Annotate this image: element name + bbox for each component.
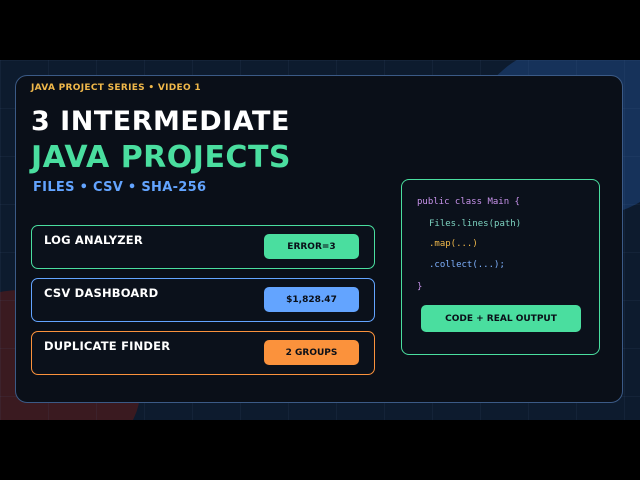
title-line-1: 3 INTERMEDIATE bbox=[31, 106, 290, 137]
project-label: LOG ANALYZER bbox=[44, 233, 143, 247]
project-csv-dashboard: CSV DASHBOARD $1,828.47 bbox=[31, 278, 375, 322]
status-badge: 2 GROUPS bbox=[264, 340, 359, 365]
code-output-button[interactable]: CODE + REAL OUTPUT bbox=[421, 305, 581, 332]
title-line-2: JAVA PROJECTS bbox=[31, 140, 292, 175]
series-label: JAVA PROJECT SERIES • VIDEO 1 bbox=[31, 83, 201, 93]
project-label: CSV DASHBOARD bbox=[44, 286, 159, 300]
code-line: .collect(...); bbox=[429, 260, 505, 270]
status-badge: $1,828.47 bbox=[264, 287, 359, 312]
project-duplicate-finder: DUPLICATE FINDER 2 GROUPS bbox=[31, 331, 375, 375]
code-line: } bbox=[417, 282, 423, 292]
project-label: DUPLICATE FINDER bbox=[44, 339, 171, 353]
code-line: Files.lines(path) bbox=[429, 219, 522, 229]
status-badge: ERROR=3 bbox=[264, 234, 359, 259]
code-line: public class Main { bbox=[417, 197, 520, 207]
project-log-analyzer: LOG ANALYZER ERROR=3 bbox=[31, 225, 375, 269]
video-thumbnail: JAVA PROJECT SERIES • VIDEO 1 3 INTERMED… bbox=[0, 60, 640, 420]
code-panel: public class Main { Files.lines(path) .m… bbox=[401, 179, 600, 355]
subtitle: FILES • CSV • SHA-256 bbox=[33, 180, 207, 195]
main-card: JAVA PROJECT SERIES • VIDEO 1 3 INTERMED… bbox=[15, 75, 623, 403]
code-line: .map(...) bbox=[429, 239, 478, 249]
